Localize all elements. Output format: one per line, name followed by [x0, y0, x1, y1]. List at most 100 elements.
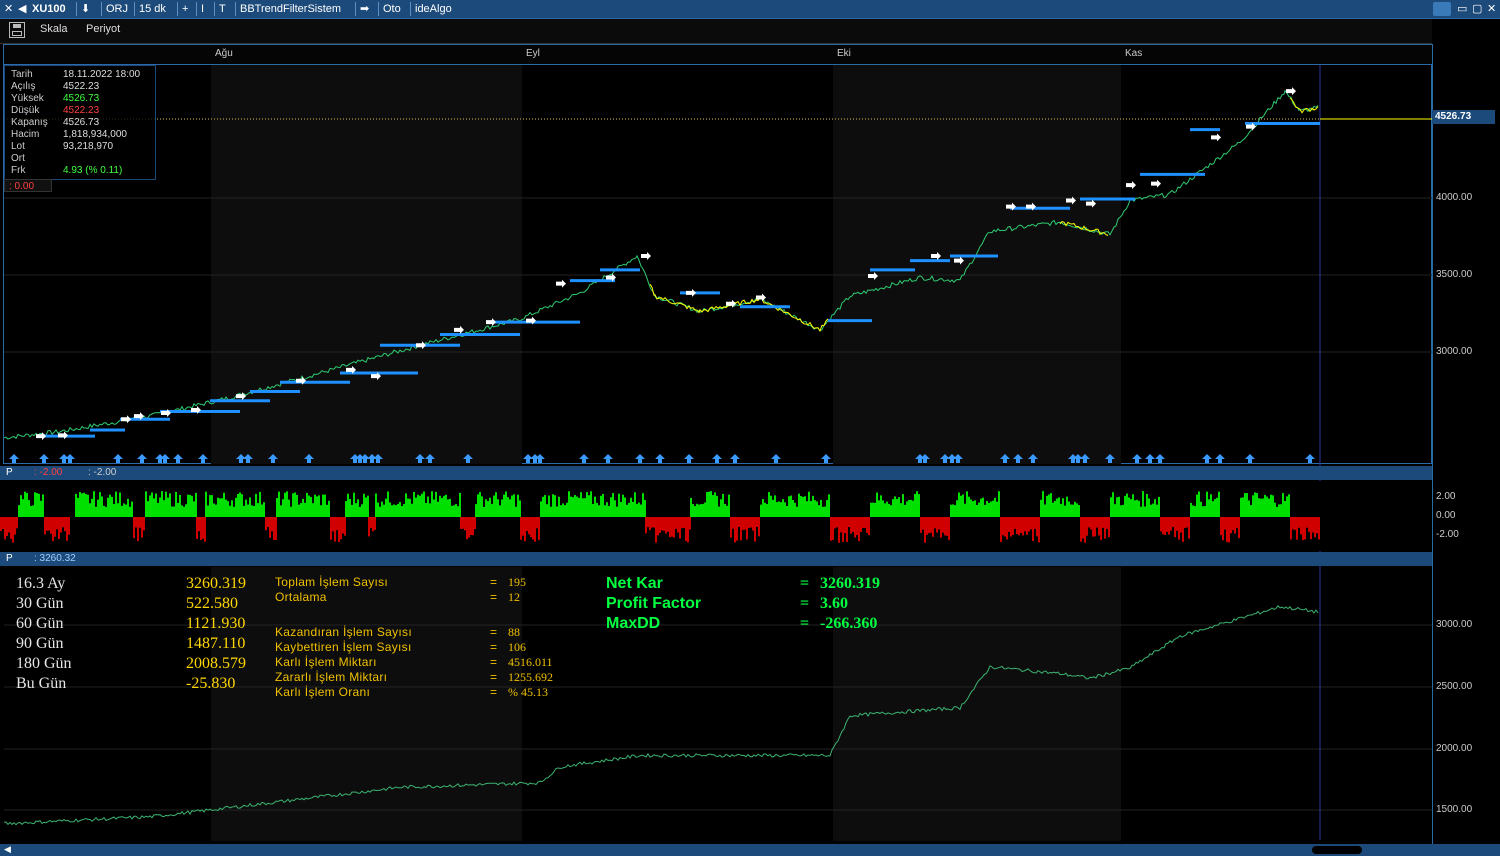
- indicator-bar: [952, 504, 954, 517]
- indicator-bar: [389, 502, 391, 517]
- indicator-bar: [1252, 495, 1254, 517]
- indicator-bar: [1172, 517, 1174, 528]
- indicator-bar: [145, 491, 147, 517]
- indicator-bar: [663, 517, 665, 531]
- indicator-bar: [249, 497, 251, 517]
- indicator-bar: [1120, 505, 1122, 517]
- window-close-icon[interactable]: ✕: [1487, 2, 1496, 15]
- indicator-bar: [720, 499, 722, 517]
- indicator-bar: [1040, 499, 1042, 517]
- indicator-bar: [866, 517, 868, 533]
- indicator-bar: [355, 503, 357, 517]
- indicator-bar: [930, 517, 932, 533]
- indicator-bar: [468, 517, 470, 538]
- indicator-bar: [746, 517, 748, 540]
- indicator-bar: [1316, 517, 1318, 534]
- indicator-bar: [243, 505, 245, 517]
- buy-arrow-icon: [655, 454, 665, 463]
- indicator-bar: [618, 493, 620, 517]
- indicator-bar: [900, 503, 902, 517]
- indicator-bar: [239, 492, 241, 517]
- indicator-bar: [886, 501, 888, 517]
- indicator-bar: [1220, 517, 1222, 536]
- indicator-bar: [383, 504, 385, 517]
- indicator-bar: [838, 517, 840, 543]
- indicator-bar: [1278, 504, 1280, 517]
- indicator-bar: [251, 505, 253, 517]
- indicator-bar: [349, 498, 351, 517]
- indicator-bar: [18, 505, 20, 517]
- indicator-bar: [1168, 517, 1170, 535]
- indicator-bar: [464, 517, 466, 531]
- indicator-bar: [191, 495, 193, 517]
- indicator-bar: [79, 492, 81, 517]
- indicator-bar: [784, 502, 786, 517]
- indicator-bar: [616, 506, 618, 517]
- price-tick: 4000.00: [1436, 192, 1473, 203]
- price-chart[interactable]: [0, 0, 1432, 856]
- indicator-bar: [892, 499, 894, 517]
- indicator-bar: [66, 517, 68, 541]
- stat-label: Ortalama: [275, 590, 327, 604]
- indicator-bar: [259, 491, 261, 517]
- indicator-bar: [466, 517, 468, 540]
- indicator-bar: [340, 517, 342, 540]
- indicator-bar: [44, 517, 46, 535]
- indicator-bar: [1042, 491, 1044, 517]
- indicator-bar: [924, 517, 926, 543]
- scroll-thumb[interactable]: [1312, 846, 1362, 854]
- panel-label: P: [6, 467, 13, 478]
- indicator-bar: [1062, 498, 1064, 517]
- indicator-bar: [794, 502, 796, 517]
- minimize-icon[interactable]: ▭: [1457, 2, 1467, 15]
- indicator-bar: [956, 500, 958, 517]
- indicator-bar: [320, 505, 322, 517]
- summary-eq: =: [800, 575, 810, 592]
- indicator-bar: [419, 495, 421, 517]
- stat-eq: =: [490, 640, 498, 654]
- indicator-bar: [175, 492, 177, 517]
- indicator-bar: [241, 494, 243, 517]
- indicator-bar: [322, 494, 324, 517]
- indicator-bar: [1180, 517, 1182, 533]
- indicator-bar: [530, 517, 532, 538]
- period-value: 2008.579: [186, 655, 246, 672]
- indicator-bar: [1260, 498, 1262, 517]
- scroll-left-icon[interactable]: ◀: [4, 844, 11, 855]
- indicator-bar: [89, 503, 91, 517]
- indicator-bar: [1234, 517, 1236, 534]
- indicator-bar: [872, 502, 874, 517]
- indicator-bar: [526, 517, 528, 531]
- indicator-bar: [1066, 496, 1068, 517]
- indicator-bar: [1238, 517, 1240, 539]
- indicator-bar: [632, 501, 634, 517]
- indicator-bar: [818, 505, 820, 517]
- indicator-bar: [564, 505, 566, 517]
- indicator-bar: [681, 517, 683, 529]
- indicator-bar: [1106, 517, 1108, 529]
- indicator-bar: [700, 504, 702, 517]
- indicator-bar: [906, 501, 908, 517]
- indicator-bar: [1186, 517, 1188, 528]
- maximize-icon[interactable]: ▢: [1472, 2, 1482, 15]
- indicator-bar: [318, 495, 320, 517]
- indicator-bar: [397, 503, 399, 517]
- indicator-bar: [505, 491, 507, 517]
- info-value: 18.11.2022 18:00: [63, 69, 141, 80]
- indicator-bar: [870, 502, 872, 517]
- indicator-bar: [181, 505, 183, 517]
- indicator-bar: [472, 517, 474, 536]
- indicator-bar: [433, 499, 435, 517]
- twitter-icon[interactable]: [1433, 2, 1451, 16]
- indicator-bar: [570, 496, 572, 517]
- indicator-bar: [28, 500, 30, 517]
- indicator-bar: [730, 517, 732, 538]
- indicator-bar: [1000, 517, 1002, 542]
- bottom-scrollbar[interactable]: ◀: [0, 844, 1500, 856]
- indicator-bar: [546, 504, 548, 517]
- indicator-bar: [1136, 499, 1138, 517]
- indicator-bar: [1176, 517, 1178, 531]
- indicator-bar: [964, 503, 966, 517]
- indicator-bar: [653, 517, 655, 528]
- indicator-bar: [38, 493, 40, 517]
